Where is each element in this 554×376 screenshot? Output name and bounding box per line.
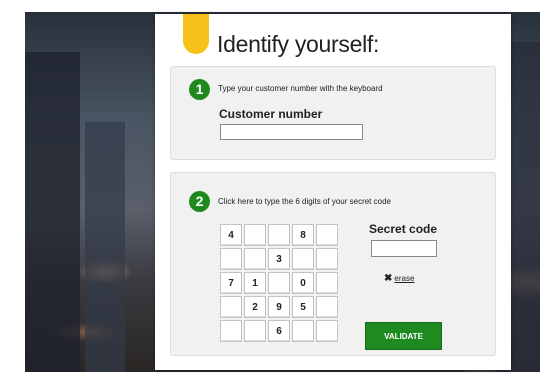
keypad-key[interactable]: 5 [292, 296, 314, 318]
keypad-key[interactable] [292, 320, 314, 342]
customer-number-label: Customer number [219, 107, 323, 121]
keypad-key[interactable] [316, 296, 338, 318]
building-silhouette [85, 122, 125, 372]
brand-flag [183, 14, 209, 54]
validate-button[interactable]: VALIDATE [365, 322, 442, 350]
secret-code-label: Secret code [369, 222, 438, 236]
customer-number-input[interactable] [220, 124, 363, 140]
step-1-instruction: Type your customer number with the keybo… [218, 84, 383, 93]
keypad-key[interactable] [220, 320, 242, 342]
step-1-badge: 1 [189, 79, 210, 100]
keypad-key[interactable]: 3 [268, 248, 290, 270]
keypad-key[interactable] [292, 248, 314, 270]
keypad-key[interactable]: 6 [268, 320, 290, 342]
login-panel: Identify yourself: 1 Type your customer … [155, 14, 511, 370]
erase-button[interactable]: ✖ erase [384, 273, 414, 284]
keypad-key[interactable] [316, 272, 338, 294]
building-silhouette [25, 52, 80, 372]
close-x-icon: ✖ [384, 273, 393, 284]
keypad-key[interactable]: 2 [244, 296, 266, 318]
page-margin [0, 0, 25, 376]
keypad-key[interactable]: 4 [220, 224, 242, 246]
step-2-instruction: Click here to type the 6 digits of your … [218, 197, 391, 206]
keypad-key[interactable]: 0 [292, 272, 314, 294]
secret-code-section: 2 Click here to type the 6 digits of you… [170, 172, 496, 356]
erase-label: erase [394, 274, 415, 283]
keypad-key[interactable] [316, 224, 338, 246]
virtual-keypad: 4 83 71 0 2956 [220, 224, 341, 345]
keypad-key[interactable] [268, 224, 290, 246]
keypad-key[interactable]: 7 [220, 272, 242, 294]
keypad-key[interactable] [244, 224, 266, 246]
keypad-key[interactable] [244, 248, 266, 270]
customer-number-section: 1 Type your customer number with the key… [170, 66, 496, 160]
keypad-key[interactable] [316, 248, 338, 270]
step-2-badge: 2 [189, 191, 210, 212]
keypad-key[interactable] [268, 272, 290, 294]
page-title: Identify yourself: [217, 31, 380, 57]
keypad-key[interactable] [316, 320, 338, 342]
keypad-key[interactable]: 8 [292, 224, 314, 246]
keypad-key[interactable] [220, 248, 242, 270]
keypad-key[interactable] [244, 320, 266, 342]
keypad-key[interactable] [220, 296, 242, 318]
secret-code-input[interactable] [371, 240, 437, 257]
keypad-key[interactable]: 1 [244, 272, 266, 294]
keypad-key[interactable]: 9 [268, 296, 290, 318]
